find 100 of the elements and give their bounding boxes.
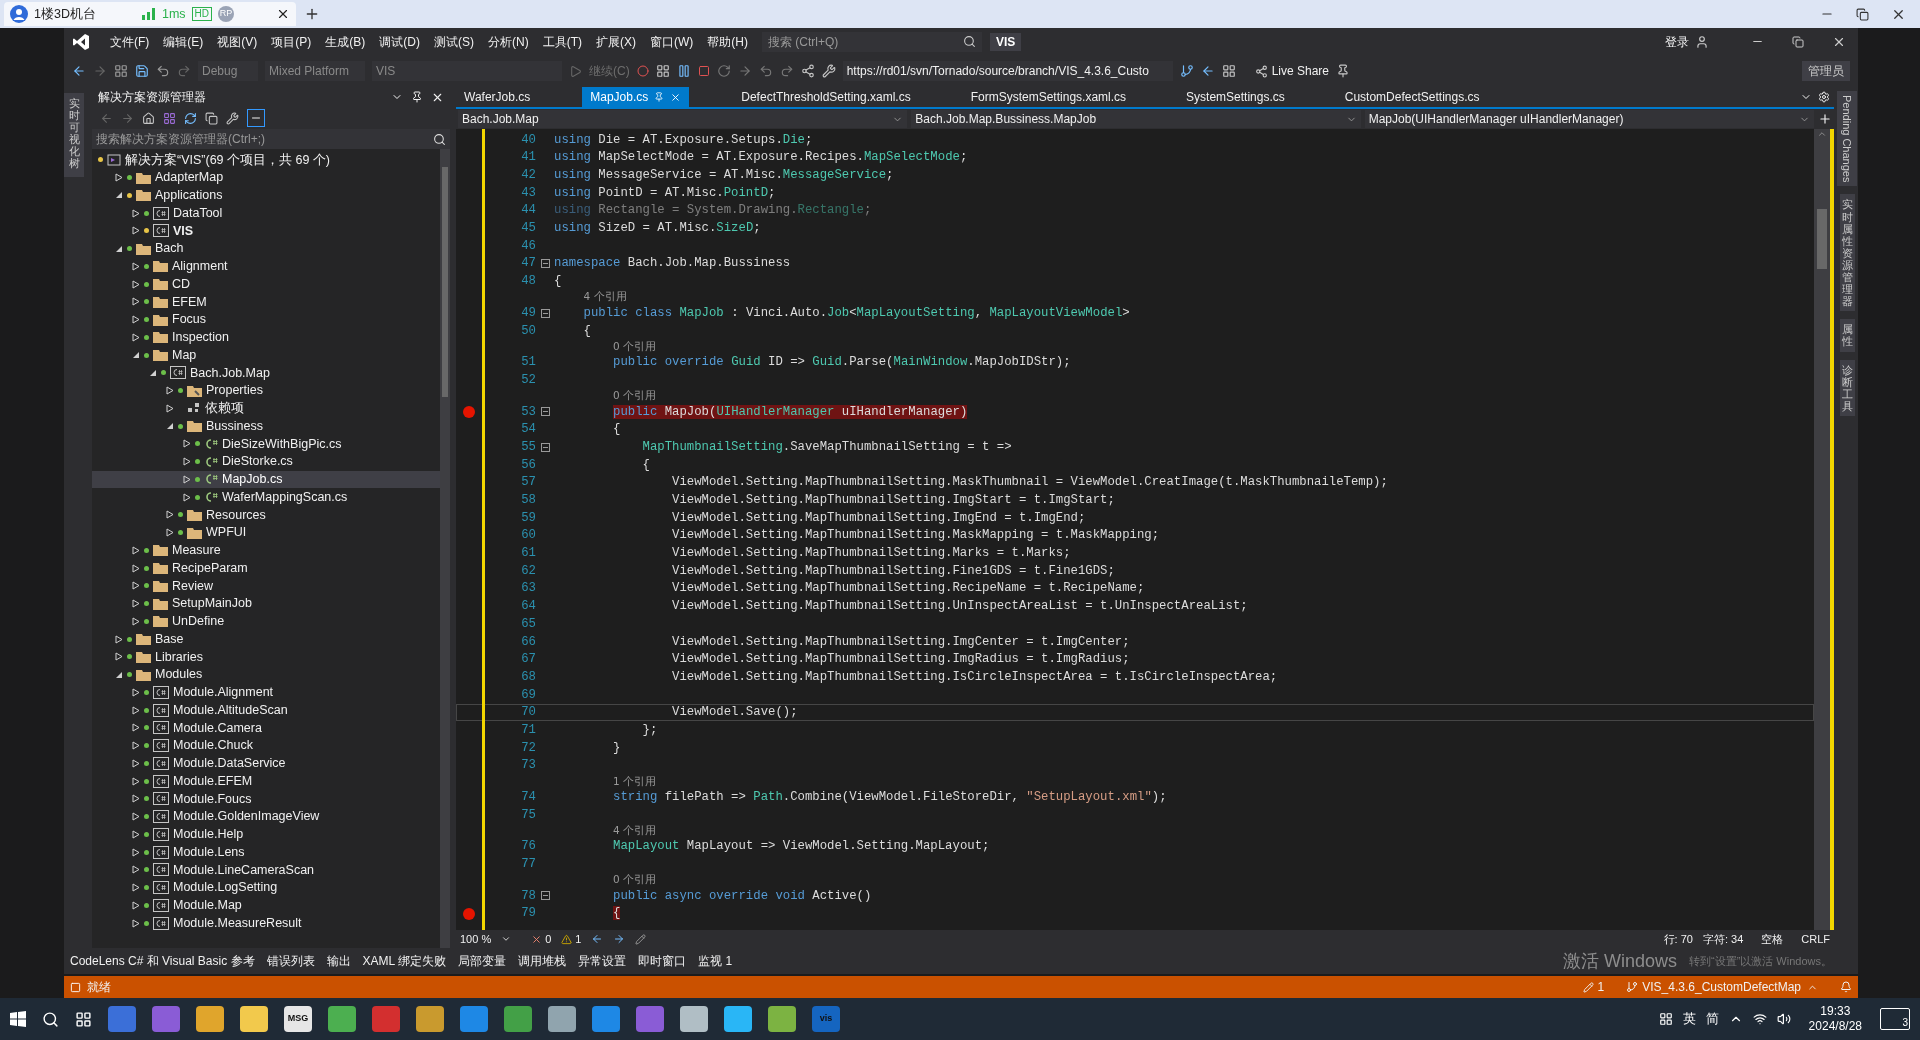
menu-item[interactable]: 测试(S): [428, 32, 480, 51]
stop-icon[interactable]: [697, 65, 710, 77]
vertical-scrollbar[interactable]: [440, 149, 450, 948]
menu-item[interactable]: 项目(P): [265, 32, 318, 51]
collapsed-arrow-icon[interactable]: [132, 794, 140, 804]
collapsed-arrow-icon[interactable]: [115, 652, 123, 662]
account-icon[interactable]: [1695, 34, 1709, 49]
refresh-icon[interactable]: [184, 111, 197, 125]
collapsed-arrow-icon[interactable]: [132, 332, 140, 342]
undo-icon[interactable]: [156, 64, 170, 78]
tool-window-tab[interactable]: XAML 绑定失败: [362, 952, 447, 970]
collapse-icon[interactable]: [540, 259, 550, 269]
layout-icon[interactable]: [1221, 64, 1236, 78]
collapsed-arrow-icon[interactable]: [132, 847, 140, 857]
side-tab[interactable]: 实时可视化树: [64, 93, 84, 177]
restore-icon[interactable]: [1856, 7, 1869, 21]
expanded-arrow-icon[interactable]: [115, 191, 123, 200]
editor-tab[interactable]: DefectThresholdSetting.xaml.cs: [733, 87, 919, 107]
side-tab[interactable]: 属性: [1839, 319, 1855, 352]
tree-item[interactable]: Module.GoldenImageView: [173, 807, 320, 826]
tree-item[interactable]: Modules: [155, 665, 203, 684]
forward-icon[interactable]: [121, 111, 134, 125]
collapsed-arrow-icon[interactable]: [132, 758, 140, 768]
collapsed-arrow-icon[interactable]: [132, 865, 140, 875]
clock-date[interactable]: 2024/8/28: [1808, 1019, 1862, 1034]
codelens-reference-count[interactable]: 4 个引用: [613, 822, 657, 839]
collapsed-arrow-icon[interactable]: [132, 741, 140, 751]
step-over-icon[interactable]: [779, 64, 794, 78]
tree-item[interactable]: SetupMainJob: [172, 594, 252, 613]
switch-view-icon[interactable]: [163, 111, 176, 125]
pending-count[interactable]: 1: [1597, 978, 1605, 996]
tree-item[interactable]: Measure: [172, 541, 221, 560]
back-icon[interactable]: [72, 64, 86, 78]
tree-item[interactable]: DataTool: [173, 203, 223, 223]
collapsed-arrow-icon[interactable]: [166, 386, 174, 396]
menu-item[interactable]: 扩展(X): [590, 32, 642, 51]
zoom-level[interactable]: 100 %: [460, 930, 492, 948]
collapsed-arrow-icon[interactable]: [132, 687, 140, 697]
tree-item[interactable]: DieSizeWithBigPic.cs: [222, 434, 342, 454]
tree-item[interactable]: Module.LogSetting: [173, 878, 278, 897]
redo-icon[interactable]: [177, 64, 191, 78]
navigation-dropdown[interactable]: MapJob(UIHandlerManager uIHandlerManager): [1364, 110, 1814, 128]
collapsed-arrow-icon[interactable]: [132, 776, 140, 786]
tree-item[interactable]: Module.AltitudeScan: [173, 700, 288, 720]
live-share-button[interactable]: Live Share: [1254, 62, 1330, 80]
arrow-icon[interactable]: [1200, 64, 1215, 78]
tree-item[interactable]: Review: [172, 576, 213, 596]
tree-item[interactable]: Module.DataService: [173, 754, 286, 773]
preview-toggle[interactable]: [247, 109, 265, 127]
collapsed-arrow-icon[interactable]: [132, 563, 140, 573]
tree-item[interactable]: Base: [155, 629, 184, 649]
tree-item[interactable]: Map: [172, 345, 197, 365]
side-tab[interactable]: 实时属性资源管理器: [1839, 194, 1855, 312]
collapsed-arrow-icon[interactable]: [166, 510, 174, 520]
collapsed-arrow-icon[interactable]: [132, 226, 140, 236]
collapsed-arrow-icon[interactable]: [183, 492, 191, 502]
volume-icon[interactable]: [1776, 1012, 1791, 1026]
pause-icon[interactable]: [676, 64, 691, 78]
dropdown-icon[interactable]: [501, 934, 512, 944]
tool-window-tab[interactable]: 异常设置: [578, 952, 627, 970]
tree-item[interactable]: Properties: [206, 381, 263, 400]
task-view-icon[interactable]: [75, 1010, 92, 1028]
tool-window-tab[interactable]: 监视 1: [698, 952, 733, 970]
tree-item[interactable]: Focus: [172, 310, 207, 329]
breakpoint-icon[interactable]: [463, 405, 475, 418]
collapsed-arrow-icon[interactable]: [115, 634, 123, 644]
tree-item[interactable]: 解决方案“VIS”(69 个项目，共 69 个): [125, 150, 331, 170]
collapse-icon[interactable]: [205, 111, 218, 125]
windows-start-icon[interactable]: [10, 1011, 26, 1027]
tree-item[interactable]: UnDefine: [172, 612, 225, 631]
pin-icon[interactable]: [411, 91, 423, 103]
branch-name[interactable]: VIS_4.3.6_CustomDefectMap: [1642, 978, 1801, 996]
properties-icon[interactable]: [226, 111, 239, 125]
clock-time[interactable]: 19:33: [1820, 1004, 1851, 1019]
search-field[interactable]: 搜索解决方案资源管理器(Ctrl+;): [92, 129, 450, 149]
expanded-arrow-icon[interactable]: [115, 244, 123, 253]
restore-icon[interactable]: [1792, 35, 1804, 48]
url-field[interactable]: https://rd01/svn/Tornado/source/branch/VIS_4.3.6_Custo: [842, 61, 1173, 81]
home-icon[interactable]: [142, 111, 155, 125]
editor-tab[interactable]: CustomDefectSettings.cs: [1336, 87, 1488, 107]
collapsed-arrow-icon[interactable]: [132, 900, 140, 910]
tool-window-tab[interactable]: 错误列表: [266, 952, 315, 970]
git-icon[interactable]: [1179, 64, 1194, 78]
notification-icon[interactable]: [1840, 981, 1852, 993]
tree-item[interactable]: EFEM: [172, 292, 207, 312]
collapsed-arrow-icon[interactable]: [132, 812, 140, 822]
tree-item[interactable]: Module.LineCameraScan: [173, 860, 315, 880]
menu-item[interactable]: 窗口(W): [644, 32, 700, 51]
tree-item[interactable]: Applications: [155, 186, 223, 205]
save-icon[interactable]: [135, 64, 149, 78]
editor-tab[interactable]: FormSystemSettings.xaml.cs: [962, 87, 1135, 107]
collapsed-arrow-icon[interactable]: [166, 528, 174, 538]
tree-item[interactable]: Bach.Job.Map: [190, 363, 270, 383]
menu-item[interactable]: 视图(V): [211, 32, 264, 51]
close-icon[interactable]: [276, 7, 290, 21]
collapse-icon[interactable]: [540, 891, 550, 901]
previous-icon[interactable]: [591, 933, 604, 945]
tree-item[interactable]: Bussiness: [206, 416, 263, 436]
menu-item[interactable]: 分析(N): [482, 32, 535, 51]
codelens-reference-count[interactable]: 4 个引用: [583, 289, 627, 306]
